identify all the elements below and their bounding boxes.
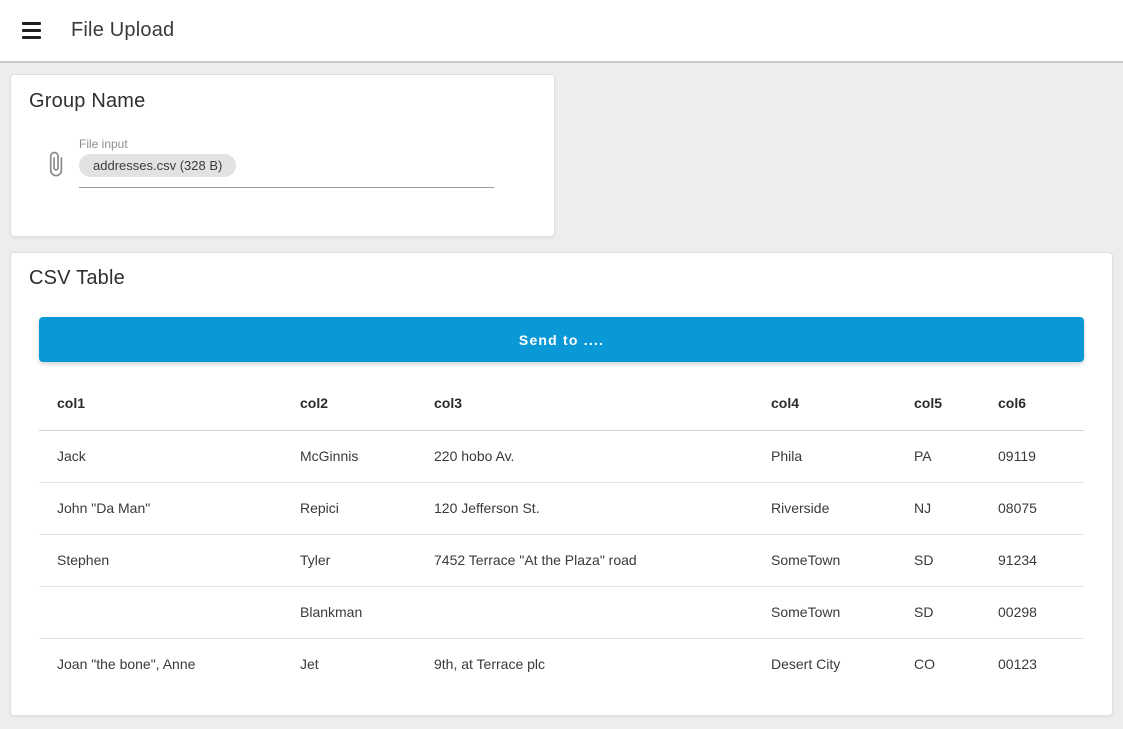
table-cell: 08075 — [980, 482, 1084, 534]
csv-table-card: CSV Table Send to .... col1col2col3col4c… — [10, 252, 1113, 716]
file-input-label: File input — [79, 137, 536, 151]
table-row: JackMcGinnis220 hobo Av.PhilaPA09119 — [39, 430, 1084, 482]
column-header: col5 — [896, 377, 980, 430]
table-row: Blankman SomeTownSD00298 — [39, 586, 1084, 638]
table-cell: 120 Jefferson St. — [416, 482, 753, 534]
table-cell: Phila — [753, 430, 896, 482]
column-header: col4 — [753, 377, 896, 430]
menu-icon[interactable] — [22, 22, 42, 39]
group-name-card-title: Group Name — [29, 90, 536, 113]
table-cell: Tyler — [282, 534, 416, 586]
table-cell: CO — [896, 638, 980, 690]
table-cell: 220 hobo Av. — [416, 430, 753, 482]
table-cell: 7452 Terrace "At the Plaza" road — [416, 534, 753, 586]
paperclip-icon[interactable] — [42, 149, 69, 179]
table-cell: McGinnis — [282, 430, 416, 482]
table-cell — [416, 586, 753, 638]
csv-table-card-title: CSV Table — [11, 267, 1112, 290]
table-cell: Stephen — [39, 534, 282, 586]
page-title: File Upload — [71, 19, 174, 42]
menu-icon-bar — [22, 22, 41, 25]
file-input-underline — [79, 187, 494, 188]
table-cell: Repici — [282, 482, 416, 534]
table-cell: Desert City — [753, 638, 896, 690]
table-cell: 00298 — [980, 586, 1084, 638]
table-cell: 09119 — [980, 430, 1084, 482]
table-cell — [39, 586, 282, 638]
table-cell: SD — [896, 534, 980, 586]
table-cell: Jet — [282, 638, 416, 690]
table-row: John "Da Man"Repici120 Jefferson St.Rive… — [39, 482, 1084, 534]
csv-table-body: JackMcGinnis220 hobo Av.PhilaPA09119John… — [39, 430, 1084, 690]
send-button[interactable]: Send to .... — [39, 317, 1084, 362]
group-name-card: Group Name File input addresses.csv (328… — [10, 74, 555, 237]
column-header: col3 — [416, 377, 753, 430]
page-content: Group Name File input addresses.csv (328… — [0, 63, 1123, 716]
table-header-row: col1col2col3col4col5col6 — [39, 377, 1084, 430]
column-header: col2 — [282, 377, 416, 430]
table-cell: Joan "the bone", Anne — [39, 638, 282, 690]
table-cell: 91234 — [980, 534, 1084, 586]
table-cell: PA — [896, 430, 980, 482]
table-row: StephenTyler7452 Terrace "At the Plaza" … — [39, 534, 1084, 586]
column-header: col6 — [980, 377, 1084, 430]
table-cell: John "Da Man" — [39, 482, 282, 534]
table-cell: NJ — [896, 482, 980, 534]
file-input-row: File input addresses.csv (328 B) — [29, 137, 536, 188]
table-cell: Riverside — [753, 482, 896, 534]
table-cell: SomeTown — [753, 586, 896, 638]
table-cell: SD — [896, 586, 980, 638]
menu-icon-bar — [22, 29, 41, 32]
table-cell: SomeTown — [753, 534, 896, 586]
table-cell: Blankman — [282, 586, 416, 638]
file-input[interactable]: File input addresses.csv (328 B) — [79, 137, 536, 188]
table-row: Joan "the bone", AnneJet9th, at Terrace … — [39, 638, 1084, 690]
table-cell: Jack — [39, 430, 282, 482]
column-header: col1 — [39, 377, 282, 430]
app-bar: File Upload — [0, 0, 1123, 63]
csv-table: col1col2col3col4col5col6 JackMcGinnis220… — [39, 377, 1084, 690]
table-cell: 9th, at Terrace plc — [416, 638, 753, 690]
table-cell: 00123 — [980, 638, 1084, 690]
file-chip[interactable]: addresses.csv (328 B) — [79, 154, 236, 177]
menu-icon-bar — [22, 36, 41, 39]
